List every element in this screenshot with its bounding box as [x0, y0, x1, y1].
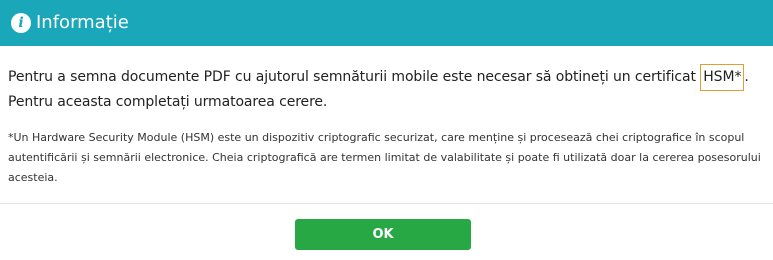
dialog-title: Informație: [36, 12, 129, 33]
ok-button[interactable]: OK: [295, 219, 471, 250]
main-message: Pentru a semna documente PDF cu ajutorul…: [8, 64, 768, 114]
main-message-start: Pentru a semna documente PDF cu ajutorul…: [8, 69, 701, 85]
info-dialog: i Informație Pentru a semna documente PD…: [0, 0, 773, 260]
hsm-highlight: HSM*: [700, 64, 745, 91]
hsm-footnote: *Un Hardware Security Module (HSM) este …: [8, 131, 761, 184]
info-icon: i: [11, 13, 31, 33]
dialog-header: i Informație: [0, 0, 773, 46]
footer-divider: [0, 203, 773, 204]
dialog-body: Pentru a semna documente PDF cu ajutorul…: [8, 64, 768, 188]
